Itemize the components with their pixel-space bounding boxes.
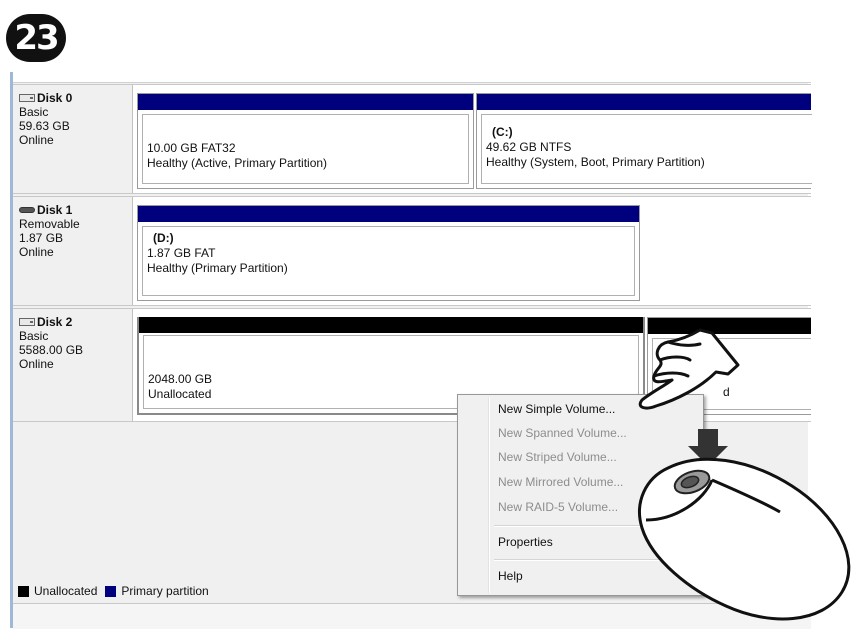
pointing-hand-icon: [638, 328, 740, 410]
mouse-icon: [638, 457, 851, 621]
instruction-overlay: [638, 328, 851, 621]
